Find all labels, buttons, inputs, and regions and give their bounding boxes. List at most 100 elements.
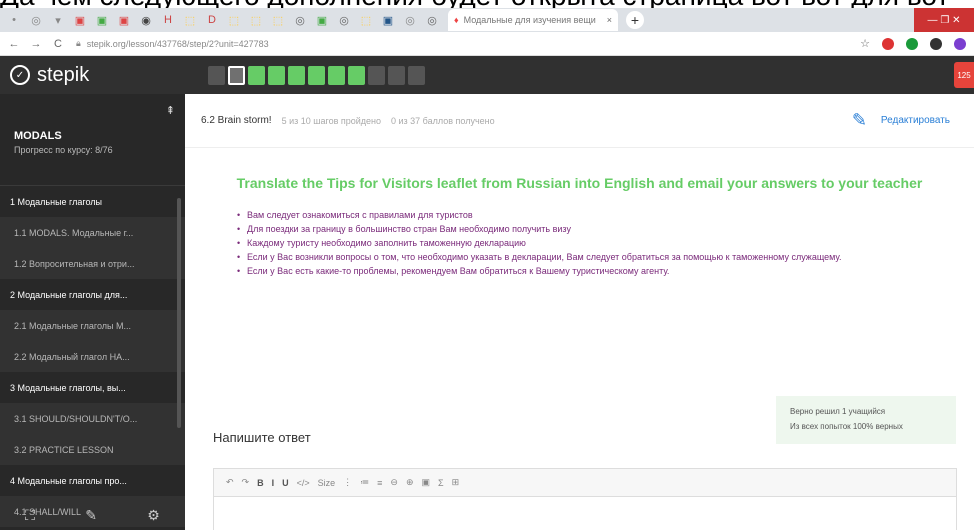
url-field[interactable]: 🔒︎ stepik.org/lesson/437768/step/2?unit=… [76,38,269,49]
active-tab-title: Модальные для изучения вещи [463,15,596,25]
editor-tool-button[interactable]: ↶ [226,477,234,488]
pin-icon[interactable]: ⇞ [166,104,175,117]
tab-favicon-icon[interactable]: ⬚ [182,12,198,28]
tab-favicon-icon[interactable]: H [160,12,176,28]
tab-favicon-icon[interactable]: • [6,12,22,28]
editor-tool-button[interactable]: ⊕ [406,477,414,488]
tab-favicon-icon[interactable]: ▣ [116,12,132,28]
extension-icon-dark[interactable] [930,37,942,50]
editor-tool-button[interactable]: ⊞ [452,477,460,488]
caption-text: Да чем следующего дополнения будет откры… [0,0,974,8]
tab-favicon-icon[interactable]: ▣ [72,12,88,28]
tab-favicon-icon[interactable]: ◎ [28,12,44,28]
tip-item: Для поездки за границу в большинство стр… [237,222,952,236]
sidebar-lesson[interactable]: 1.2 Вопросительная и отри... [0,248,185,279]
edit-button[interactable]: ✎ Редактировать [852,110,950,131]
profile-avatar[interactable] [954,37,966,50]
sidebar-lesson[interactable]: 3.1 SHOULD/SHOULDN'T/O... [0,403,185,434]
sidebar-module[interactable]: 1 Модальные глаголы [0,186,185,217]
editor-tool-button[interactable]: B [257,478,264,488]
editor-tool-button[interactable]: ↷ [242,477,250,488]
sidebar-toc: 1 Модальные глаголы 1.1 MODALS. Модальные… [0,186,185,527]
reload-icon[interactable]: C [50,38,66,50]
course-progress: Прогресс по курсу: 8/76 [14,145,113,155]
sidebar-module[interactable]: 4 Модальные глаголы про... [0,465,185,496]
notification-badge[interactable]: 125 [954,62,974,88]
forward-icon[interactable]: → [28,38,44,50]
course-title[interactable]: MODALS [14,130,171,142]
tab-favicon-icon[interactable]: ◉ [138,12,154,28]
step-progress-bar [208,65,425,85]
step-indicator-done[interactable] [248,65,265,85]
points-received: 0 из 37 баллов получено [391,115,495,126]
tips-list: Вам следует ознакомиться с правилами для… [237,208,952,278]
tab-favicon-icon[interactable]: ▾ [50,12,66,28]
new-tab-button[interactable]: + [626,11,644,29]
edit-icon[interactable]: ✎ [85,507,97,524]
step-indicator-current[interactable] [228,65,245,85]
tip-item: Если у Вас возникли вопросы о том, что н… [237,250,952,264]
sidebar-module[interactable]: 2 Модальные глаголы для... [0,279,185,310]
tab-favicon-icon[interactable]: ⬚ [270,12,286,28]
url-text: stepik.org/lesson/437768/step/2?unit=427… [86,38,269,49]
editor-tool-button[interactable]: Σ [438,478,444,488]
step-indicator-pending[interactable] [388,65,405,85]
tab-favicon-icon[interactable]: ▣ [94,12,110,28]
step-info-bar: 6.2 Brain storm! 5 из 10 шагов пройдено … [185,94,974,148]
extension-icon-green[interactable] [906,37,918,50]
sidebar-lesson[interactable]: 1.1 MODALS. Модальные г... [0,217,185,248]
stepik-logo-text: stepik [37,63,90,86]
editor-tool-button[interactable]: Size [318,478,336,488]
editor-tool-button[interactable]: ⋮ [343,477,352,488]
back-icon[interactable]: ← [6,38,22,50]
step-indicator-pending[interactable] [408,65,425,85]
step-indicator-done[interactable] [288,65,305,85]
tab-favicon-icon[interactable]: ⬚ [226,12,242,28]
step-indicator-done[interactable] [348,65,365,85]
editor-tool-button[interactable]: ≔ [360,477,369,488]
task-title: Translate the Tips for Visitors leaflet … [236,175,923,191]
editor-toolbar: ↶ ↷ B I U </> Size ⋮ ≔ ≡ ⊖ ⊕ ▣ Σ ⊞ [214,469,956,497]
fullscreen-icon[interactable]: ⛶ [25,507,35,524]
step-indicator-done[interactable] [268,65,285,85]
tip-item: Каждому туристу необходимо заполнить там… [237,236,952,250]
page: Да чем следующего дополнения будет откры… [0,0,974,530]
step-indicator-done[interactable] [328,65,345,85]
address-bar: ← → C 🔒︎ stepik.org/lesson/437768/step/2… [0,32,974,56]
active-tab[interactable]: ♦ Модальные для изучения вещи × [448,9,618,31]
tab-favicon-icon[interactable]: ◎ [292,12,308,28]
step-indicator-pending[interactable] [368,65,385,85]
sidebar-module[interactable]: 3 Модальные глаголы, вы... [0,372,185,403]
sidebar-scrollbar[interactable] [177,198,181,428]
bookmark-star-icon[interactable]: ☆ [860,37,870,50]
tab-favicon-icon[interactable]: ▣ [380,12,396,28]
editor-tool-button[interactable]: ≡ [377,478,382,488]
editor-tool-button[interactable]: ▣ [422,477,431,488]
editor-tool-button[interactable]: U [282,478,289,488]
close-tab-icon[interactable]: × [607,15,612,25]
tab-favicon-icon[interactable]: ◎ [402,12,418,28]
stepik-logo[interactable]: ✓ stepik [10,64,196,87]
answer-editor[interactable]: ↶ ↷ B I U </> Size ⋮ ≔ ≡ ⊖ ⊕ ▣ Σ ⊞ [213,468,957,530]
tab-favicon-icon[interactable]: ⬚ [358,12,374,28]
tab-favicon-icon[interactable]: D [204,12,220,28]
sidebar-footer: ⛶ ✎ ⚙ [0,500,185,530]
sidebar-lesson[interactable]: 2.1 Модальные глаголы М... [0,310,185,341]
editor-tool-button[interactable]: </> [297,478,310,488]
tab-favicon-icon[interactable]: ⬚ [248,12,264,28]
tab-favicon-icon[interactable]: ▣ [314,12,330,28]
tab-favicon-icon[interactable]: ◎ [336,12,352,28]
sidebar-lesson[interactable]: 3.2 PRACTICE LESSON [0,434,185,465]
settings-icon[interactable]: ⚙ [147,507,160,524]
tab-favicon-icon[interactable]: ◎ [424,12,440,28]
sidebar-lesson[interactable]: 2.2 Модальный глагол НА... [0,341,185,372]
editor-tool-button[interactable]: I [272,478,275,488]
step-indicator-done[interactable] [308,65,325,85]
lock-icon: 🔒︎ [76,38,81,48]
window-controls[interactable]: — ❐ ✕ [914,8,974,32]
editor-tool-button[interactable]: ⊖ [390,477,398,488]
extension-icon-red[interactable] [882,37,894,50]
step-indicator-pending[interactable] [208,65,225,85]
tab-favicon: ♦ [454,15,459,25]
sidebar-course-header: ⇞ MODALS Прогресс по курсу: 8/76 [0,94,185,186]
